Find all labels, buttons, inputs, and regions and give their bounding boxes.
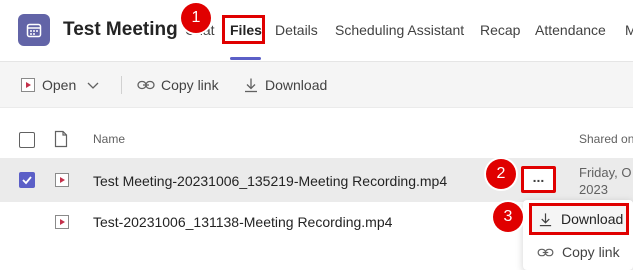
tab-recap[interactable]: Recap	[480, 22, 520, 38]
download-button[interactable]: Download	[243, 77, 327, 93]
video-file-icon	[55, 215, 69, 229]
files-toolbar: Open Copy link Download	[0, 62, 633, 108]
toolbar-divider	[121, 76, 122, 94]
file-name[interactable]: Test-20231006_131138-Meeting Recording.m…	[93, 214, 392, 230]
step-badge-2: 2	[486, 159, 516, 189]
chevron-down-icon	[87, 82, 99, 89]
menu-item-download[interactable]: Download	[529, 203, 629, 235]
shared-date-line: 2023	[579, 182, 608, 197]
file-name[interactable]: Test Meeting-20231006_135219-Meeting Rec…	[93, 173, 447, 189]
link-icon	[137, 80, 155, 90]
tab-attendance[interactable]: Attendance	[535, 22, 606, 38]
open-label: Open	[42, 77, 77, 93]
shared-date-line: Friday, O	[579, 165, 632, 180]
tab-details[interactable]: Details	[275, 22, 318, 38]
more-options-button[interactable]: ...	[521, 166, 556, 193]
download-icon	[539, 212, 552, 226]
meeting-title: Test Meeting	[63, 19, 178, 40]
menu-item-label: Copy link	[562, 244, 620, 260]
column-header-name[interactable]: Name	[93, 132, 125, 146]
step-badge-1: 1	[181, 3, 211, 33]
calendar-icon	[18, 14, 50, 46]
menu-item-copy-link[interactable]: Copy link	[523, 236, 633, 268]
open-button[interactable]: Open	[20, 77, 100, 93]
context-menu: Download Copy link	[523, 200, 633, 270]
tab-scheduling-assistant[interactable]: Scheduling Assistant	[335, 22, 464, 38]
download-icon	[245, 78, 257, 93]
shared-date: Friday, O 2023	[579, 164, 632, 198]
copy-link-button[interactable]: Copy link	[137, 77, 219, 93]
menu-item-label: Download	[561, 211, 624, 227]
active-tab-indicator	[230, 57, 261, 60]
document-icon	[54, 130, 68, 153]
video-file-icon	[21, 78, 35, 92]
select-all-checkbox[interactable]	[19, 132, 35, 148]
video-file-icon	[55, 173, 69, 187]
column-header-shared-on[interactable]: Shared on	[579, 132, 633, 146]
tab-more[interactable]: M	[625, 22, 633, 38]
link-icon	[537, 248, 554, 256]
copy-link-label: Copy link	[161, 77, 219, 93]
table-header: Name Shared on	[0, 108, 633, 158]
files-tab-highlight	[222, 15, 265, 44]
download-label: Download	[265, 77, 328, 93]
row-checkbox-checked[interactable]	[19, 172, 35, 188]
step-badge-3: 3	[493, 202, 523, 232]
meeting-header: Test Meeting Chat Files Details Scheduli…	[0, 0, 633, 62]
checkmark-icon	[22, 176, 32, 185]
